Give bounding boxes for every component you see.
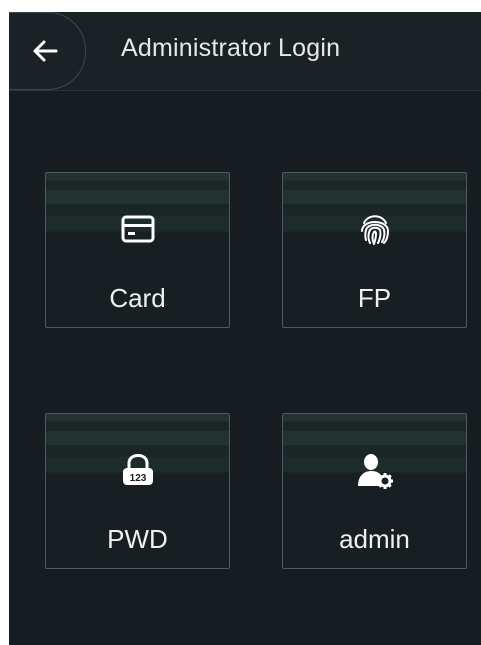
password-login-tile[interactable]: 123 PWD [45, 413, 230, 569]
password-icon-digits: 123 [129, 473, 146, 484]
admin-login-screen: Administrator Login Card FP 123 PWD admi… [9, 12, 481, 645]
fingerprint-icon [355, 209, 395, 249]
header-bar: Administrator Login [9, 12, 481, 91]
card-icon [118, 209, 158, 249]
password-lock-icon: 123 [118, 450, 158, 490]
admin-user-gear-icon [355, 450, 395, 490]
page-title: Administrator Login [121, 34, 341, 62]
fingerprint-label: FP [357, 283, 392, 313]
card-label: Card [109, 283, 166, 313]
back-arrow-icon [33, 40, 58, 62]
admin-label: admin [339, 524, 410, 554]
back-button[interactable] [9, 12, 86, 90]
admin-login-tile[interactable]: admin [282, 413, 467, 569]
password-label: PWD [107, 524, 168, 554]
card-login-tile[interactable]: Card [45, 172, 230, 328]
fingerprint-login-tile[interactable]: FP [282, 172, 467, 328]
